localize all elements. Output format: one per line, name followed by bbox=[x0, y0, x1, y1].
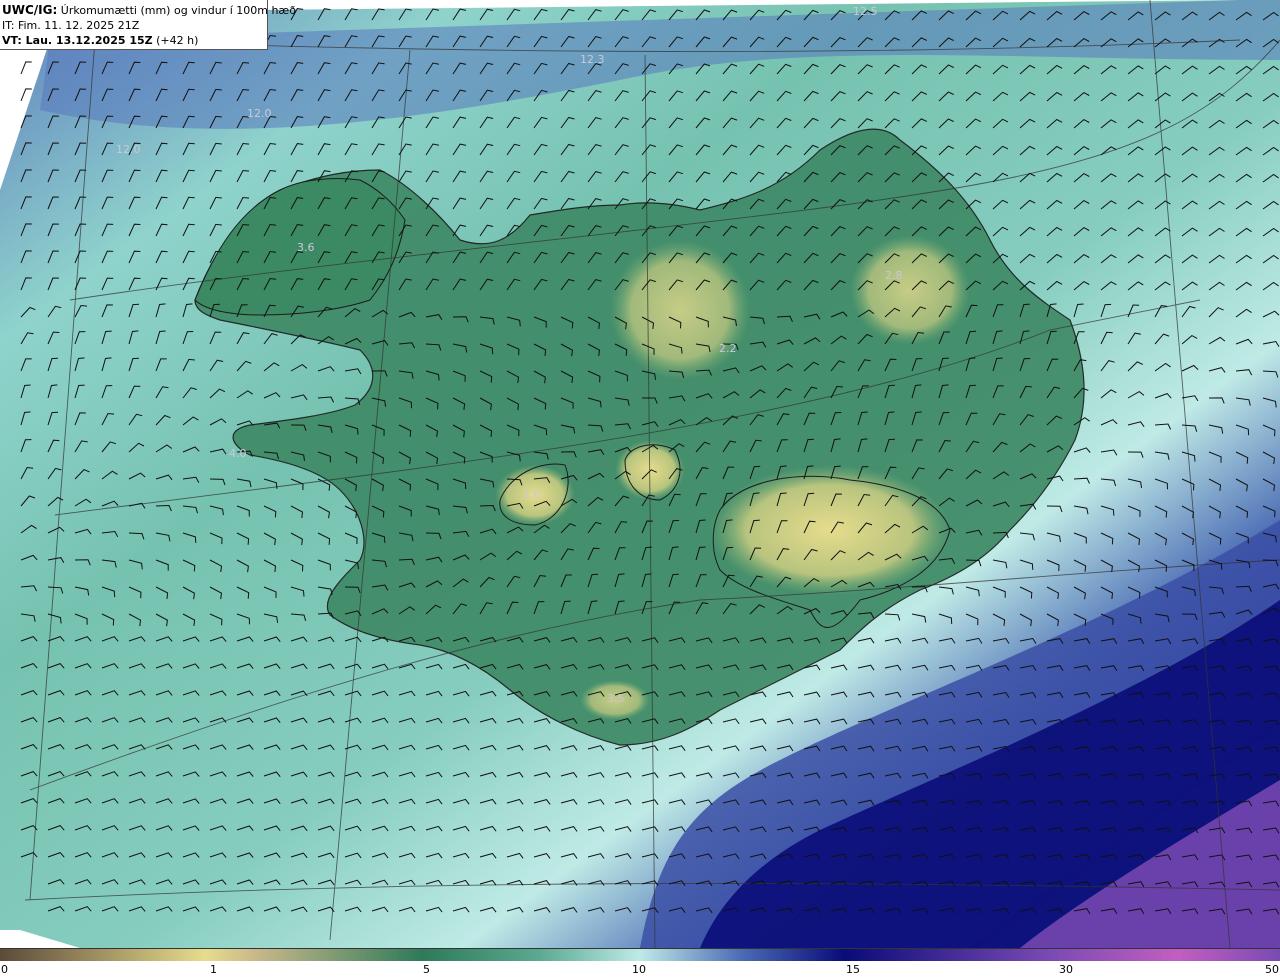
highland-north-a bbox=[610, 240, 750, 380]
highland-north-b bbox=[850, 235, 970, 345]
valid-time-line: VT: Lau. 13.12.2025 15Z (+42 h) bbox=[2, 33, 267, 48]
contour-label: 2.2 bbox=[719, 342, 737, 355]
contour-label: 12.3 bbox=[580, 53, 605, 66]
colorbar-tick: 5 bbox=[423, 963, 430, 976]
colorbar-tick: 10 bbox=[632, 963, 646, 976]
colorbar: 0 1 5 10 15 30 50 bbox=[0, 948, 1280, 978]
colorbar-tick: 0 bbox=[1, 963, 8, 976]
wind-barb bbox=[20, 88, 32, 102]
contour-label: 2.6 bbox=[523, 488, 541, 501]
contour-label: 4.0 bbox=[229, 447, 247, 460]
contour-label: 2.8 bbox=[885, 269, 903, 282]
colorbar-tick: 50 bbox=[1265, 963, 1279, 976]
forecast-lead: (+42 h) bbox=[152, 34, 199, 47]
title-line: UWC/IG: Úrkomumætti (mm) og vindur í 100… bbox=[2, 3, 296, 18]
contour-label: 3.5 bbox=[607, 692, 625, 705]
weather-map: 12.5 12.3 12.0 12.0 3.6 2.8 2.2 4.0 2.6 … bbox=[0, 0, 1280, 948]
valid-time: VT: Lau. 13.12.2025 15Z bbox=[2, 34, 153, 47]
colorbar-tick: 30 bbox=[1059, 963, 1073, 976]
contour-label: 12.0 bbox=[247, 107, 272, 120]
wind-barb bbox=[20, 61, 32, 75]
contour-label: 12.0 bbox=[116, 143, 141, 156]
colorbar-tick: 1 bbox=[210, 963, 217, 976]
map-canvas bbox=[0, 0, 1280, 948]
colorbar-tick: 15 bbox=[846, 963, 860, 976]
info-box: UWC/IG: Úrkomumætti (mm) og vindur í 100… bbox=[0, 0, 296, 50]
product-description: Úrkomumætti (mm) og vindur í 100m hæð bbox=[57, 4, 296, 17]
contour-label: 3.6 bbox=[297, 241, 315, 254]
contour-label: 12.5 bbox=[853, 5, 878, 18]
product-code: UWC/IG: bbox=[2, 3, 58, 17]
initial-time: IT: Fim. 11. 12. 2025 21Z bbox=[2, 19, 140, 32]
colorbar-strip bbox=[0, 948, 1280, 961]
highland-vatnajokull bbox=[710, 465, 950, 595]
